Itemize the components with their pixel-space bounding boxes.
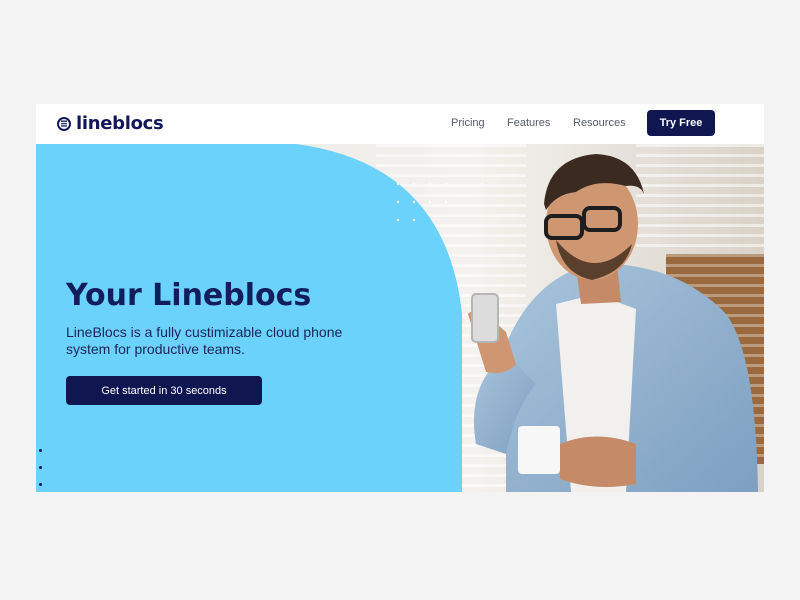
get-started-button[interactable]: Get started in 30 seconds bbox=[66, 376, 262, 405]
hero-subtitle: LineBlocs is a fully custimizable cloud … bbox=[66, 324, 343, 357]
nav-link-pricing[interactable]: Pricing bbox=[451, 116, 485, 130]
nav-link-features[interactable]: Features bbox=[507, 116, 550, 130]
logo[interactable]: lineblocs bbox=[56, 113, 164, 135]
nav-link-resources[interactable]: Resources bbox=[573, 116, 626, 130]
try-free-button[interactable]: Try Free bbox=[647, 110, 715, 136]
slider-dot[interactable] bbox=[39, 466, 42, 469]
hero-title: Your Lineblocs bbox=[66, 278, 312, 313]
landing-page: lineblocs Pricing Features Resources Try… bbox=[36, 104, 764, 492]
slider-dot[interactable] bbox=[39, 449, 42, 452]
slider-dot[interactable] bbox=[39, 483, 42, 486]
logo-text: lineblocs bbox=[76, 113, 164, 134]
hero-section: Your Lineblocs LineBlocs is a fully cust… bbox=[36, 144, 764, 492]
site-header: lineblocs Pricing Features Resources Try… bbox=[36, 104, 764, 144]
hero-blue-shape bbox=[36, 144, 484, 492]
lineblocs-logo-icon bbox=[57, 117, 71, 131]
